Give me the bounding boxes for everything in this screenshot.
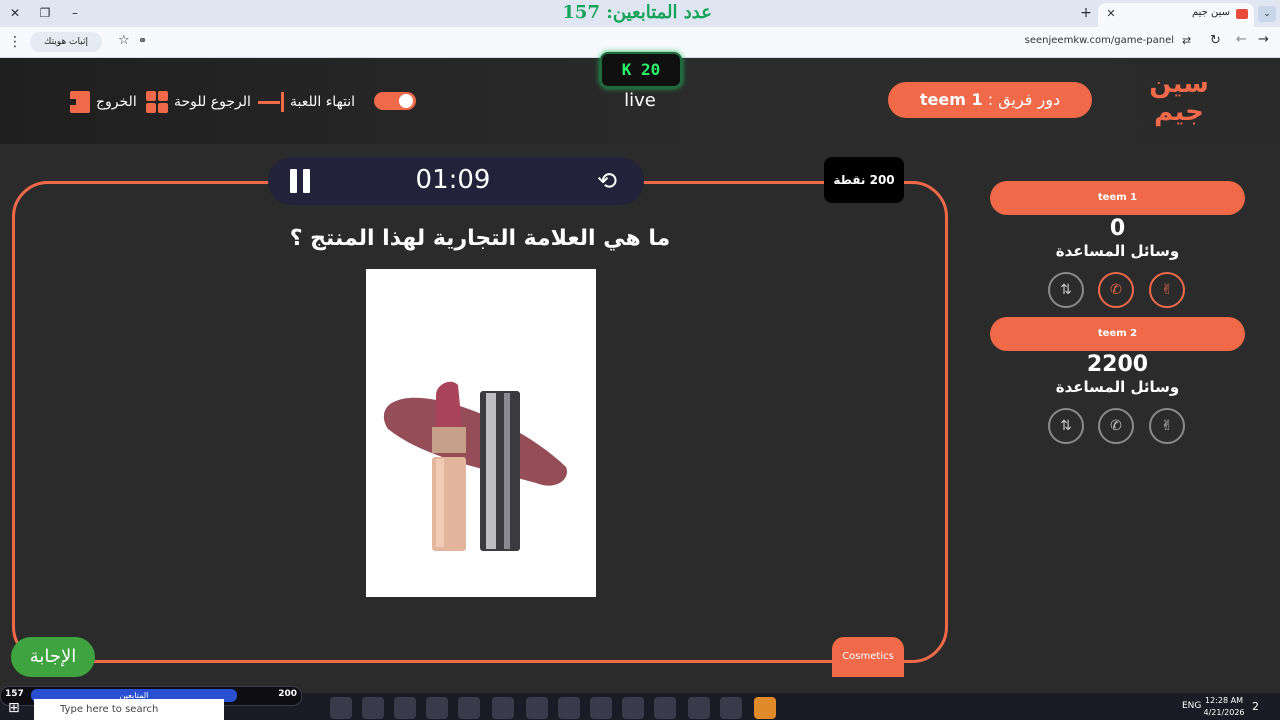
question-text: ما هي العلامة التجارية لهذا المنتج ؟ [289, 226, 671, 251]
chrome-icon[interactable] [622, 697, 644, 719]
show-answer-button[interactable]: الإجابة [11, 637, 95, 677]
team-1-peace-hand-icon[interactable]: ✌ [1149, 272, 1185, 308]
logo-line-1: سين [1149, 69, 1209, 99]
team-1-pill: teem 1 [990, 181, 1245, 215]
followers-count-left: 157 [5, 689, 24, 699]
turn-team-name: teem 1 [919, 90, 983, 109]
tab-close-icon[interactable]: ✕ [1104, 7, 1118, 21]
bookmark-star-icon[interactable]: ☆ [118, 33, 130, 48]
folder-icon[interactable] [394, 697, 416, 719]
back-arrow-icon[interactable]: ← [1236, 32, 1247, 47]
grid-board-icon [146, 91, 168, 113]
turn-indicator: دور فريق : teem 1 [888, 82, 1092, 118]
team-2-phone-icon[interactable]: ✆ [1098, 408, 1134, 444]
verify-identity-button[interactable]: إثبات هويتك [30, 32, 102, 52]
taskbar-app-icon[interactable] [458, 697, 480, 719]
chrome-icon[interactable] [688, 697, 710, 719]
end-label: انتهاء اللعبة [290, 94, 356, 110]
exit-button[interactable]: الخروج [66, 90, 137, 114]
clock-date: 4/21/2026 [1203, 708, 1245, 717]
chrome-icon[interactable] [558, 697, 580, 719]
taskbar-app-icon[interactable] [754, 697, 776, 719]
clock-time: 12:28 AM [1205, 696, 1243, 705]
url-field[interactable]: seenjeemkw.com/game-panel [1025, 35, 1174, 46]
forward-arrow-icon[interactable]: → [1258, 32, 1269, 47]
toggle-knob [399, 94, 413, 108]
pause-icon[interactable] [290, 169, 312, 193]
board-label: الرجوع للوحة [174, 94, 251, 110]
reading-mode-icon[interactable]: ⚭ [138, 34, 147, 47]
category-badge: Cosmetics [832, 637, 904, 677]
seenjeem-logo: سين جيم [1142, 70, 1216, 132]
kick-viewers-badge: K 20 [600, 52, 682, 88]
points-badge: 200 نقطة [824, 157, 904, 203]
site-favicon-icon [1236, 9, 1248, 19]
browser-tab[interactable]: ✕ سين جيم [1098, 3, 1254, 27]
chrome-icon[interactable] [720, 697, 742, 719]
team-1-score: 0 [1109, 216, 1126, 241]
reset-timer-icon[interactable]: ⟲ [592, 166, 622, 196]
chrome-icon[interactable] [590, 697, 612, 719]
timer-bar: 01:09 ⟲ [268, 157, 644, 205]
notifications-icon[interactable]: 2 [1252, 700, 1259, 713]
live-label: live [624, 90, 656, 111]
snapchat-icon[interactable] [426, 697, 448, 719]
close-window-icon[interactable]: ✕ [4, 4, 26, 22]
team-2-aids-label: وسائل المساعدة [1055, 378, 1180, 396]
reload-icon[interactable]: ↻ [1210, 33, 1221, 48]
lipstick-illustration [383, 381, 567, 551]
turn-prefix: دور فريق : [987, 90, 1061, 109]
team-2-score: 2200 [1086, 352, 1149, 377]
edge-icon[interactable] [362, 697, 384, 719]
chrome-icon[interactable] [654, 697, 676, 719]
team-1-phone-icon[interactable]: ✆ [1098, 272, 1134, 308]
team-2-pill: teem 2 [990, 317, 1245, 351]
tab-search-icon[interactable]: ⌄ [1258, 6, 1276, 22]
followers-goal: 200 [278, 689, 297, 699]
chrome-icon[interactable] [526, 697, 548, 719]
team-1-aids-label: وسائل المساعدة [1055, 242, 1180, 260]
taskbar-app-icon[interactable] [330, 697, 352, 719]
team-1-swap-icon[interactable]: ⇅ [1048, 272, 1084, 308]
restore-window-icon[interactable]: ❐ [34, 4, 56, 22]
end-game-button[interactable]: انتهاء اللعبة [258, 90, 355, 114]
countdown-timer: 01:09 [415, 165, 491, 195]
back-to-board-button[interactable]: الرجوع للوحة [146, 90, 251, 114]
taskbar-app-icon[interactable] [492, 697, 514, 719]
menu-dots-icon[interactable]: ⋮ [8, 33, 22, 51]
product-image [366, 269, 596, 597]
browser-tab-bar: ✕ ❐ – عدد المتابعين: 157 + ✕ سين جيم ⌄ [0, 0, 1280, 27]
followers-banner: عدد المتابعين: 157 [562, 2, 712, 23]
team-2-peace-hand-icon[interactable]: ✌ [1149, 408, 1185, 444]
game-header: الخروج الرجوع للوحة انتهاء اللعبة K 20 l… [0, 52, 1280, 144]
windows-start-icon[interactable]: ⊞ [8, 700, 20, 716]
system-clock[interactable]: 12:28 AM 4/21/2026 [1196, 695, 1252, 719]
exit-label: الخروج [96, 94, 137, 110]
end-arrow-icon [258, 92, 284, 112]
game-toggle[interactable] [374, 92, 416, 110]
minimize-window-icon[interactable]: – [64, 4, 86, 22]
site-settings-icon[interactable]: ⇄ [1182, 34, 1191, 47]
tab-title: سين جيم [1191, 7, 1230, 18]
team-2-swap-icon[interactable]: ⇅ [1048, 408, 1084, 444]
new-tab-icon[interactable]: + [1078, 5, 1094, 21]
logo-line-2: جيم [1154, 97, 1204, 127]
taskbar-search-input[interactable]: Type here to search [34, 699, 224, 720]
exit-door-icon [66, 91, 90, 113]
